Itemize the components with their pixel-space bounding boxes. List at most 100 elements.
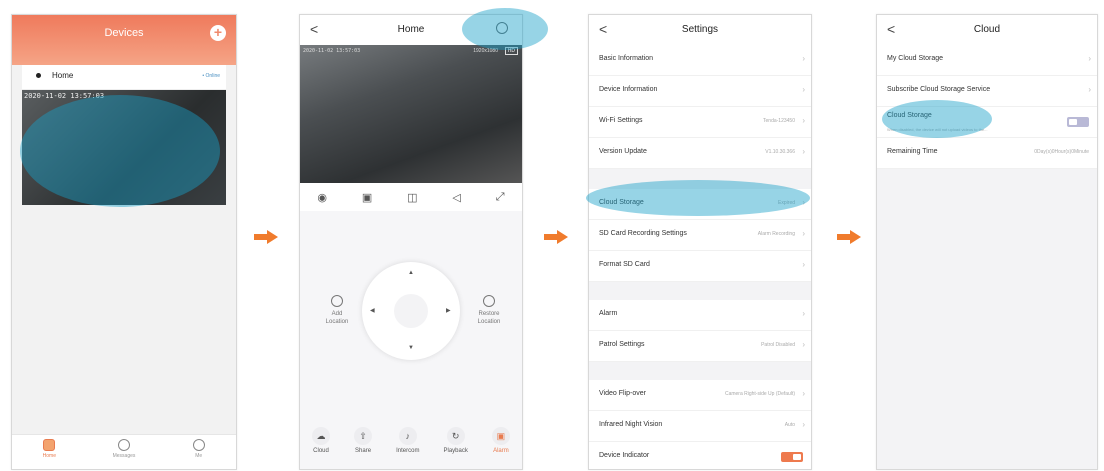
arrow-right-icon [837, 230, 861, 244]
row-value: Auto [784, 422, 795, 428]
arrow-right-icon [254, 230, 278, 244]
tab-messages[interactable]: Messages [87, 435, 162, 469]
add-device-icon[interactable]: + [210, 25, 226, 41]
restore-location-label: Restore Location [477, 311, 501, 325]
chevron-right-icon: › [1088, 85, 1091, 94]
device-status: • Online [202, 73, 220, 79]
device-dot-icon [36, 73, 41, 78]
row-value: Alarm Recording [757, 231, 795, 237]
gear-icon[interactable] [496, 22, 508, 34]
row-label: Infrared Night Vision [599, 421, 663, 428]
arrow-right-icon [544, 230, 568, 244]
tab-home[interactable]: Home [12, 435, 87, 469]
ptz-pad[interactable]: ▲ ▼ ◀ ▶ [362, 262, 460, 360]
settings-row-ir[interactable]: Infrared Night Vision Auto › [589, 411, 811, 442]
row-label: Video Flip-over [599, 390, 646, 397]
settings-row-version[interactable]: Version Update V1.10.30.366 › [589, 138, 811, 169]
row-label: SD Card Recording Settings [599, 230, 687, 237]
settings-row-device-info[interactable]: Device Information › [589, 76, 811, 107]
home-screen: < Home 2020-11-02 13:57:03 1920x1080 HD … [299, 14, 523, 470]
chevron-right-icon: › [802, 309, 805, 318]
cloud-list: My Cloud Storage › Subscribe Cloud Storag… [877, 45, 1097, 169]
settings-row-cloud-storage[interactable]: Cloud Storage Expired › [589, 189, 811, 220]
settings-list: Basic Information › Device Information › W… [589, 45, 811, 469]
ptz-center [394, 294, 428, 328]
ptz-right-icon[interactable]: ▶ [446, 307, 451, 314]
speaker-icon[interactable]: ◁ [452, 191, 460, 204]
cloud-row-my-storage[interactable]: My Cloud Storage › [877, 45, 1097, 76]
row-label: Alarm [599, 310, 618, 317]
row-value: V1.10.30.366 [765, 149, 795, 155]
playback-label: Playback [443, 448, 468, 454]
row-label: Wi-Fi Settings [599, 117, 643, 124]
settings-row-video-flip[interactable]: Video Flip-over Camera Right-side Up (Def… [589, 380, 811, 411]
share-button[interactable]: ⇧ Share [354, 421, 373, 469]
ptz-down-icon[interactable]: ▼ [408, 345, 414, 351]
row-label: Subscribe Cloud Storage Service [887, 86, 991, 93]
settings-row-basic-info[interactable]: Basic Information › [589, 45, 811, 76]
ptz-left-icon[interactable]: ◀ [370, 307, 375, 314]
settings-row-alarm[interactable]: Alarm › [589, 300, 811, 331]
chevron-right-icon: › [802, 229, 805, 238]
video-timestamp: 2020-11-02 13:57:03 [303, 48, 361, 54]
devices-title: Devices [104, 27, 144, 39]
chevron-right-icon: › [802, 198, 805, 207]
alarm-button[interactable]: ▣ Alarm [491, 421, 510, 469]
row-value: Expired [778, 200, 795, 206]
chevron-right-icon: › [802, 260, 805, 269]
playback-button[interactable]: ↻ Playback [444, 421, 468, 469]
row-value: Camera Right-side Up (Default) [724, 391, 795, 397]
row-label: My Cloud Storage [887, 55, 944, 62]
user-icon [192, 439, 205, 451]
row-value: Patrol Disabled [761, 342, 795, 348]
settings-row-wifi[interactable]: Wi-Fi Settings Tenda-123450 › [589, 107, 811, 138]
eye-icon[interactable]: ◉ [317, 191, 327, 204]
row-value: Tenda-123450 [763, 118, 795, 124]
add-location-icon [331, 295, 343, 307]
cloud-label: Cloud [313, 448, 329, 454]
settings-row-format-sd[interactable]: Format SD Card › [589, 251, 811, 282]
cloud-row-subscribe[interactable]: Subscribe Cloud Storage Service › [877, 76, 1097, 107]
row-label: Patrol Settings [599, 341, 645, 348]
cloud-storage-toggle[interactable] [1067, 117, 1089, 127]
device-name: Home [52, 71, 74, 80]
row-label: Remaining Time [887, 148, 938, 155]
live-video[interactable]: 2020-11-02 13:57:03 1920x1080 HD [300, 45, 522, 183]
cloud-button[interactable]: ☁ Cloud [312, 421, 331, 469]
record-icon[interactable]: ◫ [407, 191, 417, 204]
chevron-right-icon: › [1088, 54, 1091, 63]
settings-row-patrol[interactable]: Patrol Settings Patrol Disabled › [589, 331, 811, 362]
row-label: Format SD Card [599, 261, 650, 268]
quality-button[interactable]: HD [504, 47, 518, 55]
tab-home-label: Home [42, 453, 56, 459]
tab-me[interactable]: Me [161, 435, 236, 469]
restore-location-icon [483, 295, 495, 307]
cloud-icon: ☁ [312, 427, 331, 445]
intercom-button[interactable]: ♪ Intercom [396, 421, 419, 469]
mic-icon: ♪ [398, 427, 417, 445]
home-title: Home [397, 24, 425, 35]
row-label: Device Information [599, 86, 658, 93]
section-gap [589, 362, 811, 380]
row-label: Cloud Storage [599, 199, 644, 206]
device-video-preview[interactable]: 2020-11-02 13:57:03 [22, 90, 226, 205]
chevron-right-icon: › [802, 420, 805, 429]
cloud-row-remaining: Remaining Time 0Day(s)0Hour(s)0Minute [877, 138, 1097, 169]
section-gap [589, 282, 811, 300]
device-indicator-toggle[interactable] [781, 452, 803, 462]
home-navbar: < Home [300, 15, 522, 45]
video-resolution: 1920x1080 [473, 48, 498, 54]
row-value: 0Day(s)0Hour(s)0Minute [1034, 149, 1089, 155]
home-icon [43, 439, 56, 451]
add-location-button[interactable]: Add Location [312, 295, 362, 326]
restore-location-button[interactable]: Restore Location [464, 295, 514, 326]
settings-row-sd-recording[interactable]: SD Card Recording Settings Alarm Recordin… [589, 220, 811, 251]
fullscreen-icon[interactable]: ⤢ [496, 191, 505, 204]
settings-row-indicator: Device Indicator [589, 442, 811, 469]
message-icon [118, 439, 130, 451]
cloud-title: Cloud [973, 24, 1001, 35]
ptz-up-icon[interactable]: ▲ [408, 270, 414, 276]
video-timestamp: 2020-11-02 13:57:03 [24, 92, 105, 100]
device-item-home[interactable]: Home • Online [22, 65, 226, 90]
screenshot-icon[interactable]: ▣ [362, 191, 372, 204]
